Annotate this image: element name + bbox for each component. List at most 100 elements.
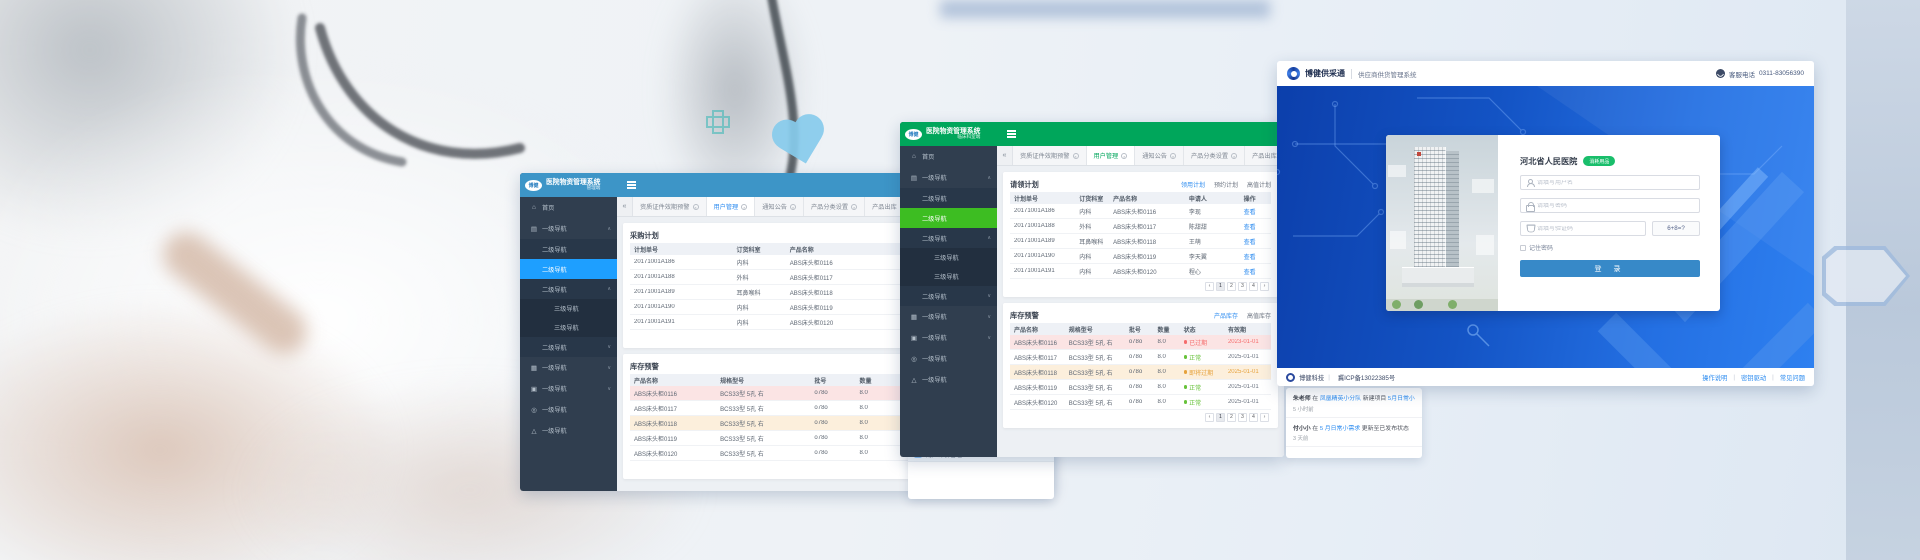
view-link[interactable]: 查看 <box>1240 267 1271 276</box>
sidebar-item-nav1[interactable]: ▦一级导航∨ <box>900 306 997 327</box>
sidebar-item-nav1[interactable]: ▤一级导航∧ <box>520 218 617 239</box>
sidebar-item-nav2-group[interactable]: 二级导航∧ <box>900 228 997 248</box>
plan-link-0[interactable]: 领用计划 <box>1181 180 1205 189</box>
sidebar-item-nav3[interactable]: 三级导航 <box>520 318 617 337</box>
page-button[interactable]: ‹ <box>1205 282 1214 291</box>
page-button[interactable]: 1 <box>1216 282 1225 291</box>
page-button[interactable]: › <box>1260 413 1269 422</box>
view-link[interactable]: 查看 <box>1240 237 1271 246</box>
sidebar-item-nav2-active[interactable]: 二级导航 <box>520 259 617 279</box>
footer-link-faq[interactable]: 常见问题 <box>1780 373 1805 382</box>
hamburger-icon[interactable] <box>1007 133 1016 135</box>
sidebar-item-nav2-group[interactable]: 二级导航∧ <box>520 279 617 299</box>
sidebar-item-nav3[interactable]: 三级导航 <box>900 267 997 286</box>
tab-close-icon[interactable]: × <box>1121 153 1127 159</box>
tab[interactable]: 产品分类设置× <box>1184 146 1245 165</box>
sidebar-item-nav2[interactable]: 二级导航 <box>900 188 997 208</box>
sidebar-item-nav2-active[interactable]: 二级导航 <box>900 208 997 228</box>
tab[interactable]: 通知公告× <box>755 197 804 216</box>
group-link[interactable]: 5 月日常小需求 <box>1320 426 1360 432</box>
username-field-wrap <box>1520 175 1700 190</box>
view-link[interactable]: 查看 <box>1240 252 1271 261</box>
sidebar: 博健 医院物资管理系统 管理端 ⌂首页 ▤一级导航∧ 二级导航 二级导航 二级导… <box>520 173 617 491</box>
tab[interactable]: 产品分类设置× <box>804 197 865 216</box>
page-button[interactable]: 4 <box>1249 413 1258 422</box>
table-header: 计划单号订货科室产品名称申请人操作 <box>1010 192 1271 204</box>
activity-list: 朱老师 在 凤凰精英小分队 新建项目 5月日常小需求 5 小时前 付小小 在 5… <box>1286 388 1422 447</box>
page-button[interactable]: 3 <box>1238 413 1247 422</box>
remember-password[interactable]: 记住密码 <box>1520 243 1700 252</box>
tab-close-icon[interactable]: × <box>851 204 857 210</box>
sidebar-item-nav1[interactable]: ◎一级导航 <box>520 399 617 420</box>
login-banner: 河北省人民医院 消耗用品 <box>1277 86 1814 368</box>
photo-band <box>940 0 1270 18</box>
sidebar-item-nav1[interactable]: ▣一级导航∨ <box>900 327 997 348</box>
table-row: ABS床头柜0120BCS33型 5孔 右o78o 8.0 正常 2025-01… <box>1010 395 1271 410</box>
table-row: 20171001A191内科ABS床头柜0120 程心查看 <box>1010 264 1271 279</box>
collapse-tabs-icon[interactable]: « <box>997 146 1013 165</box>
tab-close-icon[interactable]: × <box>1170 153 1176 159</box>
card-title: 请领计划 <box>1010 180 1039 190</box>
icp-number: 冀ICP备13022385号 <box>1338 373 1395 382</box>
page-button[interactable]: › <box>1260 282 1269 291</box>
sidebar-item-nav1[interactable]: ▣一级导航∨ <box>520 378 617 399</box>
tab-close-icon[interactable]: × <box>1073 153 1079 159</box>
table-header: 产品名称规格型号批号数量状态有效期 <box>1010 323 1271 335</box>
collapse-tabs-icon[interactable]: « <box>617 197 633 216</box>
hospital-badge: 消耗用品 <box>1583 156 1615 166</box>
chevron-up-icon: ∧ <box>987 235 991 241</box>
tab-close-icon[interactable]: × <box>741 204 747 210</box>
password-input[interactable] <box>1537 203 1694 209</box>
group-link[interactable]: 凤凰精英小分队 <box>1320 396 1361 402</box>
tabs: 资质证件效期预警×用户管理×通知公告×产品分类设置×产品出库× <box>1013 146 1284 165</box>
page-button[interactable]: ‹ <box>1205 413 1214 422</box>
page-content: 请领计划 领用计划 预约计划 高值计划 计划单号订货科室产品名称申请人操作 20… <box>997 166 1284 457</box>
sidebar-item-nav1[interactable]: ▦一级导航∨ <box>520 357 617 378</box>
tab[interactable]: 用户管理× <box>707 197 756 216</box>
table-row: ABS床头柜0117BCS33型 5孔 右o78o 8.0 正常 2025-01… <box>1010 350 1271 365</box>
view-link[interactable]: 查看 <box>1240 207 1271 216</box>
pointing-finger <box>154 223 316 364</box>
captcha-input[interactable] <box>1537 226 1640 232</box>
tab-close-icon[interactable]: × <box>1231 153 1237 159</box>
user-icon <box>1526 179 1533 187</box>
stock-link-1[interactable]: 高值库存 <box>1247 311 1271 320</box>
login-button[interactable]: 登 录 <box>1520 260 1700 277</box>
username-input[interactable] <box>1537 180 1694 186</box>
chevron-down-icon: ∨ <box>607 344 611 350</box>
hamburger-icon[interactable] <box>627 184 636 186</box>
remember-checkbox[interactable] <box>1520 245 1526 251</box>
sidebar-item-nav3[interactable]: 三级导航 <box>520 299 617 318</box>
tab[interactable]: 资质证件效期预警× <box>633 197 707 216</box>
page-button[interactable]: 2 <box>1227 282 1236 291</box>
tab[interactable]: 通知公告× <box>1135 146 1184 165</box>
sidebar-item-home[interactable]: ⌂首页 <box>520 197 617 218</box>
sidebar-item-nav2[interactable]: 二级导航∨ <box>520 337 617 357</box>
stock-link-0[interactable]: 产品库存 <box>1214 311 1238 320</box>
service-phone: 客服电话 0311-83056390 <box>1716 69 1804 79</box>
tab[interactable]: 用户管理× <box>1087 146 1136 165</box>
page-button[interactable]: 2 <box>1227 413 1236 422</box>
plan-link-2[interactable]: 高值计划 <box>1247 180 1271 189</box>
tab-close-icon[interactable]: × <box>693 204 699 210</box>
page-button[interactable]: 1 <box>1216 413 1225 422</box>
footer-link-manual[interactable]: 操作说明 <box>1702 373 1727 382</box>
sidebar-item-nav1[interactable]: ▤一级导航∧ <box>900 167 997 188</box>
tab[interactable]: 资质证件效期预警× <box>1013 146 1087 165</box>
sidebar-item-home[interactable]: ⌂首页 <box>900 146 997 167</box>
footer-link-driver[interactable]: 密钥驱动 <box>1741 373 1766 382</box>
sidebar-item-nav3[interactable]: 三级导航 <box>900 248 997 267</box>
sidebar-item-nav2[interactable]: 二级导航∨ <box>900 286 997 306</box>
tab-close-icon[interactable]: × <box>790 204 796 210</box>
sidebar-item-nav1[interactable]: △一级导航 <box>520 420 617 441</box>
project-link[interactable]: 5月日常小需求 <box>1388 396 1415 402</box>
sidebar-item-nav1[interactable]: △一级导航 <box>900 369 997 390</box>
captcha-box[interactable]: 6+8=? <box>1652 221 1700 236</box>
plan-link-1[interactable]: 预约计划 <box>1214 180 1238 189</box>
sidebar-item-nav1[interactable]: ◎一级导航 <box>900 348 997 369</box>
page-button[interactable]: 3 <box>1238 282 1247 291</box>
view-link[interactable]: 查看 <box>1240 222 1271 231</box>
sidebar-item-nav2[interactable]: 二级导航 <box>520 239 617 259</box>
page-button[interactable]: 4 <box>1249 282 1258 291</box>
timestamp: 5 小时前 <box>1293 405 1415 413</box>
